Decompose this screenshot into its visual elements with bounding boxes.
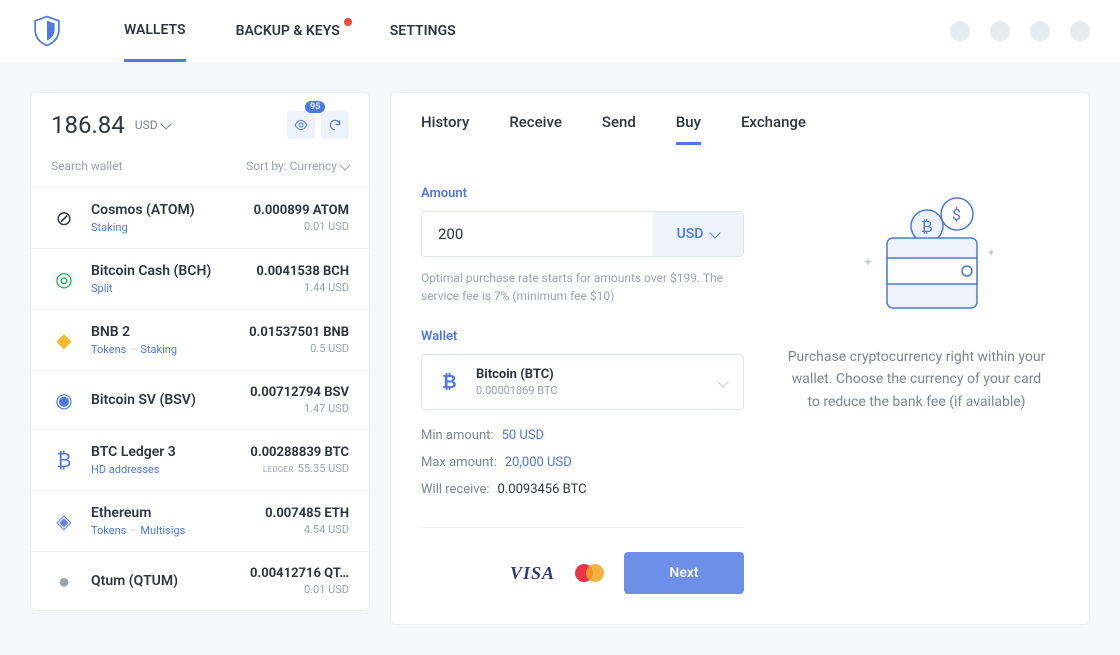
wallet-crypto-amount: 0.01537501 BNB xyxy=(249,325,349,340)
wallet-item[interactable]: ◆ BNB 2 Tokens — Staking 0.01537501 BNB 0.5 … xyxy=(31,309,369,370)
wallet-fiat-amount: 0.5 USD xyxy=(249,342,349,355)
wallet-name: BTC Ledger 3 xyxy=(91,444,176,460)
visibility-toggle[interactable] xyxy=(287,111,315,139)
wallet-fiat-amount: 0.01 USD xyxy=(254,220,349,233)
refresh-button[interactable] xyxy=(321,111,349,139)
wallet-fiat-amount: 1.47 USD xyxy=(250,402,349,415)
svg-text:$: $ xyxy=(952,205,961,224)
visa-icon: VISA xyxy=(510,563,555,584)
wallet-crypto-amount: 0.00288839 BTC xyxy=(250,445,349,460)
chat-icon[interactable] xyxy=(950,21,970,41)
wallet-label: Wallet xyxy=(421,329,744,344)
tab-send[interactable]: Send xyxy=(602,113,636,145)
coin-icon: ◆ xyxy=(51,327,77,353)
max-amount-label: Max amount: xyxy=(421,455,497,470)
top-nav: WALLETS BACKUP & KEYS SETTINGS xyxy=(124,1,456,62)
wallet-tags: Tokens — Multisigs xyxy=(91,524,185,537)
lock-icon[interactable] xyxy=(1070,21,1090,41)
wallet-tags: Staking xyxy=(91,221,195,234)
receive-label: Will receive: xyxy=(421,482,490,497)
wallet-item[interactable]: ₿ BTC Ledger 3 HD addresses 0.00288839 BTC L… xyxy=(31,429,369,490)
coin-icon: ◎ xyxy=(51,266,77,292)
content-panel: History Receive Send Buy Exchange Amount USD… xyxy=(390,92,1090,625)
buy-form: Amount USD Optimal purchase rate starts … xyxy=(421,186,744,594)
coin-icon: ₿ xyxy=(51,447,77,473)
wallet-fiat-amount: 1.44 USD xyxy=(256,281,349,294)
amount-currency-select[interactable]: USD xyxy=(653,212,743,256)
content-tabs: History Receive Send Buy Exchange xyxy=(421,93,1059,146)
wallet-crypto-amount: 0.007485 ETH xyxy=(265,506,349,521)
tab-exchange[interactable]: Exchange xyxy=(741,113,806,145)
amount-field: USD xyxy=(421,211,744,257)
max-amount-value: 20,000 USD xyxy=(505,455,572,470)
currency-select[interactable]: USD xyxy=(135,118,170,132)
wallet-item[interactable]: ◈ Ethereum Tokens — Multisigs 0.007485 ETH 4… xyxy=(31,490,369,551)
mastercard-icon xyxy=(575,564,604,582)
wallet-fiat-amount: LEDGER55.35 USD xyxy=(250,462,349,475)
wallet-select[interactable]: ₿ Bitcoin (BTC) 0.00001869 BTC xyxy=(421,354,744,410)
svg-text:₿: ₿ xyxy=(921,217,933,236)
wallet-name: Cosmos (ATOM) xyxy=(91,202,195,218)
nav-settings[interactable]: SETTINGS xyxy=(390,2,456,60)
chevron-down-icon xyxy=(160,118,171,129)
topbar-actions xyxy=(950,21,1090,41)
chevron-down-icon xyxy=(710,227,721,238)
wallet-crypto-amount: 0.00412716 QT… xyxy=(250,566,349,581)
receive-value: 0.0093456 BTC xyxy=(498,482,587,497)
wallet-list: ⊘ Cosmos (ATOM) Staking 0.000899 ATOM 0.01 U… xyxy=(31,187,369,610)
coin-icon: ◈ xyxy=(51,508,77,534)
wallet-fiat-amount: 0.01 USD xyxy=(250,583,349,596)
svg-text:₿: ₿ xyxy=(442,372,457,393)
wallet-crypto-amount: 0.0041538 BCH xyxy=(256,264,349,279)
total-balance: 186.84 xyxy=(51,111,125,139)
wallets-panel: 186.84 USD 95 Search wallet Sort by: Cur… xyxy=(30,92,370,611)
wallet-item[interactable]: ● Qtum (QTUM) 0.00412716 QT… 0.01 USD xyxy=(31,551,369,610)
amount-input[interactable] xyxy=(422,212,653,256)
chevron-down-icon xyxy=(719,373,727,392)
coin-icon: ⊘ xyxy=(51,205,77,231)
wallet-item[interactable]: ◎ Bitcoin Cash (BCH) Split 0.0041538 BCH 1.4… xyxy=(31,248,369,309)
wallet-tags: Tokens — Staking xyxy=(91,343,177,356)
promo-text: Purchase cryptocurrency right within you… xyxy=(784,346,1049,413)
help-icon[interactable] xyxy=(990,21,1010,41)
wallet-name: Bitcoin SV (BSV) xyxy=(91,392,196,408)
coin-icon: ● xyxy=(51,568,77,594)
wallet-crypto-amount: 0.00712794 BSV xyxy=(250,385,349,400)
alert-dot xyxy=(344,18,352,26)
notification-badge: 95 xyxy=(305,101,325,113)
tab-receive[interactable]: Receive xyxy=(509,113,562,145)
nav-backup-keys[interactable]: BACKUP & KEYS xyxy=(236,2,340,60)
wallet-illustration: $ ₿ ✦ ✦ xyxy=(827,186,1007,326)
wallet-item[interactable]: ⊘ Cosmos (ATOM) Staking 0.000899 ATOM 0.01 U… xyxy=(31,187,369,248)
wallet-name: Ethereum xyxy=(91,505,185,521)
tab-buy[interactable]: Buy xyxy=(676,113,701,145)
wallet-name: Bitcoin Cash (BCH) xyxy=(91,263,211,279)
wallet-tags: Split xyxy=(91,282,211,295)
wallet-item[interactable]: ◉ Bitcoin SV (BSV) 0.00712794 BSV 1.47 USD xyxy=(31,370,369,429)
bitcoin-icon: ₿ xyxy=(438,370,462,394)
amount-label: Amount xyxy=(421,186,744,201)
chevron-down-icon xyxy=(339,159,350,170)
next-button[interactable]: Next xyxy=(624,552,744,594)
svg-text:✦: ✦ xyxy=(987,248,995,259)
wallet-fiat-amount: 4.54 USD xyxy=(265,523,349,536)
min-amount-value: 50 USD xyxy=(502,428,545,443)
sort-select[interactable]: Sort by: Currency xyxy=(246,159,349,173)
nav-wallets[interactable]: WALLETS xyxy=(124,1,186,62)
top-bar: WALLETS BACKUP & KEYS SETTINGS xyxy=(0,0,1120,62)
wallet-name: Qtum (QTUM) xyxy=(91,573,178,589)
wallet-name: BNB 2 xyxy=(91,324,177,340)
promo-panel: $ ₿ ✦ ✦ Purchase cryptocurrency right wi… xyxy=(774,186,1059,594)
svg-text:✦: ✦ xyxy=(863,255,873,269)
theme-icon[interactable] xyxy=(1030,21,1050,41)
tab-history[interactable]: History xyxy=(421,113,469,145)
min-amount-label: Min amount: xyxy=(421,428,494,443)
wallet-crypto-amount: 0.000899 ATOM xyxy=(254,203,349,218)
coin-icon: ◉ xyxy=(51,387,77,413)
search-input[interactable]: Search wallet xyxy=(51,159,123,173)
app-logo xyxy=(30,14,64,48)
fee-note: Optimal purchase rate starts for amounts… xyxy=(421,269,744,305)
wallet-tags: HD addresses xyxy=(91,463,176,476)
